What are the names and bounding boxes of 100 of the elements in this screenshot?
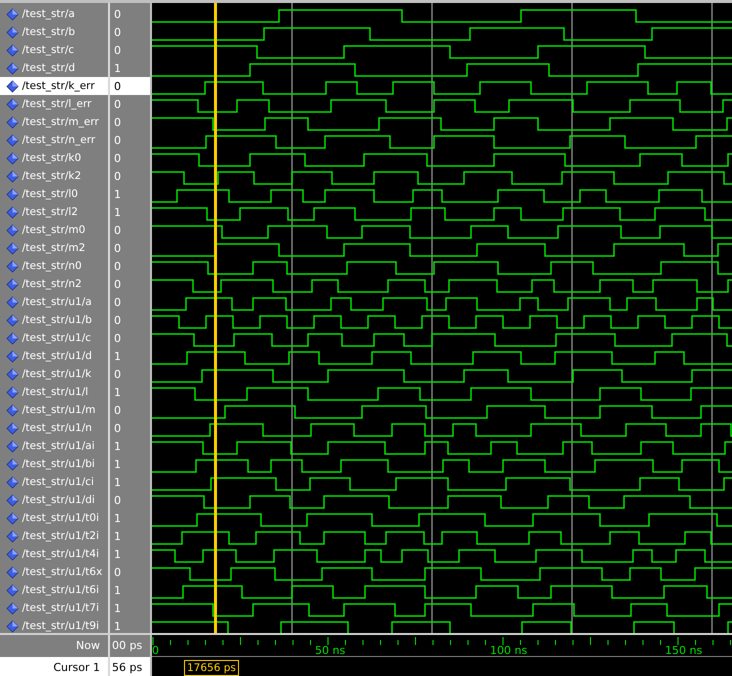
diamond-icon xyxy=(6,566,19,578)
signal-name: /test_str/k2 xyxy=(22,170,82,182)
signal-value: 1 xyxy=(114,602,121,614)
signal-name: /test_str/u1/di xyxy=(22,494,95,506)
signal-row[interactable]: /test_str/u1/t0i xyxy=(0,509,108,527)
signal-row[interactable]: /test_str/m2 xyxy=(0,239,108,257)
diamond-icon xyxy=(6,476,19,488)
cursor-value: 56 ps xyxy=(110,657,152,676)
diamond-icon xyxy=(6,260,19,272)
signal-name: /test_str/u1/t4i xyxy=(22,548,99,560)
diamond-icon xyxy=(6,278,19,290)
diamond-icon xyxy=(6,296,19,308)
signal-row[interactable]: /test_str/n_err xyxy=(0,131,108,149)
signal-value: 1 xyxy=(114,620,121,632)
signal-name: /test_str/b xyxy=(22,26,76,38)
signal-value: 0 xyxy=(114,566,121,578)
signal-name: /test_str/l2 xyxy=(22,206,78,218)
signal-row[interactable]: /test_str/u1/t9i xyxy=(0,617,108,635)
diamond-icon xyxy=(6,602,19,614)
signal-name: /test_str/u1/bi xyxy=(22,458,95,470)
signal-row[interactable]: /test_str/n0 xyxy=(0,257,108,275)
signal-value: 0 xyxy=(114,404,121,416)
signal-row[interactable]: /test_str/b xyxy=(0,23,108,41)
diamond-icon xyxy=(6,332,19,344)
diamond-icon xyxy=(6,170,19,182)
signal-name: /test_str/u1/d xyxy=(22,350,92,362)
diamond-icon xyxy=(6,530,19,542)
signal-value: 0 xyxy=(114,260,121,272)
signal-row[interactable]: /test_str/m_err xyxy=(0,113,108,131)
diamond-icon xyxy=(6,26,19,38)
signal-row[interactable]: /test_str/u1/t6i xyxy=(0,581,108,599)
signal-row[interactable]: /test_str/u1/l xyxy=(0,383,108,401)
signal-row[interactable]: /test_str/k2 xyxy=(0,167,108,185)
signal-row[interactable]: /test_str/l_err xyxy=(0,95,108,113)
signal-row[interactable]: /test_str/u1/ai xyxy=(0,437,108,455)
cursor-time-tag[interactable]: 17656 ps xyxy=(184,660,239,676)
cursor-line[interactable] xyxy=(214,3,217,633)
diamond-icon xyxy=(6,620,19,632)
signal-value: 0 xyxy=(114,242,121,254)
signal-row[interactable]: /test_str/u1/c xyxy=(0,329,108,347)
signal-row[interactable]: /test_str/u1/a xyxy=(0,293,108,311)
signal-row[interactable]: /test_str/u1/ci xyxy=(0,473,108,491)
diamond-icon xyxy=(6,386,19,398)
diamond-icon xyxy=(6,458,19,470)
signal-name: /test_str/u1/t6i xyxy=(22,584,99,596)
signal-name: /test_str/n0 xyxy=(22,260,82,272)
signal-name: /test_str/a xyxy=(22,8,75,20)
signal-name: /test_str/d xyxy=(22,62,76,74)
signal-name: /test_str/c xyxy=(22,44,74,56)
signal-value: 1 xyxy=(114,386,121,398)
signal-name: /test_str/k_err xyxy=(22,80,95,92)
signal-row[interactable]: /test_str/a xyxy=(0,5,108,23)
signal-row[interactable]: /test_str/u1/m xyxy=(0,401,108,419)
signal-row[interactable]: /test_str/u1/b xyxy=(0,311,108,329)
time-label: 100 ns xyxy=(490,644,528,657)
signal-row[interactable]: /test_str/m0 xyxy=(0,221,108,239)
signal-value: 0 xyxy=(114,368,121,380)
signal-name: /test_str/k0 xyxy=(22,152,82,164)
signal-row[interactable]: /test_str/d xyxy=(0,59,108,77)
diamond-icon xyxy=(6,512,19,524)
signal-value: 0 xyxy=(114,152,121,164)
signal-name: /test_str/u1/t9i xyxy=(22,620,99,632)
signal-value: 0 xyxy=(114,296,121,308)
signal-row[interactable]: /test_str/u1/bi xyxy=(0,455,108,473)
signal-value: 1 xyxy=(114,188,121,200)
signal-row[interactable]: /test_str/c xyxy=(0,41,108,59)
diamond-icon xyxy=(6,404,19,416)
signal-name: /test_str/u1/ci xyxy=(22,476,94,488)
signal-name: /test_str/u1/k xyxy=(22,368,92,380)
signal-value: 0 xyxy=(114,134,121,146)
signal-row[interactable]: /test_str/u1/di xyxy=(0,491,108,509)
signal-name: /test_str/u1/m xyxy=(22,404,96,416)
signal-row[interactable]: /test_str/l0 xyxy=(0,185,108,203)
cursor-label: Cursor 1 xyxy=(0,657,110,676)
signal-value: 1 xyxy=(114,584,121,596)
signal-name: /test_str/u1/t2i xyxy=(22,530,99,542)
diamond-icon xyxy=(6,98,19,110)
signal-name: /test_str/u1/n xyxy=(22,422,92,434)
signal-row[interactable]: /test_str/k_err xyxy=(0,77,108,95)
signal-row[interactable]: /test_str/u1/t6x xyxy=(0,563,108,581)
signal-row[interactable]: /test_str/u1/t4i xyxy=(0,545,108,563)
signal-value: 0 xyxy=(114,332,121,344)
signal-value: 0 xyxy=(114,314,121,326)
diamond-icon xyxy=(6,44,19,56)
signal-name: /test_str/u1/t0i xyxy=(22,512,99,524)
signal-name: /test_str/u1/a xyxy=(22,296,92,308)
signal-row[interactable]: /test_str/u1/k xyxy=(0,365,108,383)
signal-row[interactable]: /test_str/u1/d xyxy=(0,347,108,365)
signal-value: 0 xyxy=(114,278,121,290)
signal-name: /test_str/m0 xyxy=(22,224,86,236)
signal-name: /test_str/l_err xyxy=(22,98,92,110)
diamond-icon xyxy=(6,440,19,452)
signal-row[interactable]: /test_str/n2 xyxy=(0,275,108,293)
signal-row[interactable]: /test_str/l2 xyxy=(0,203,108,221)
signal-row[interactable]: /test_str/k0 xyxy=(0,149,108,167)
signal-row[interactable]: /test_str/u1/n xyxy=(0,419,108,437)
signal-value: 1 xyxy=(114,440,121,452)
signal-row[interactable]: /test_str/u1/t2i xyxy=(0,527,108,545)
signal-row[interactable]: /test_str/u1/t7i xyxy=(0,599,108,617)
diamond-icon xyxy=(6,224,19,236)
